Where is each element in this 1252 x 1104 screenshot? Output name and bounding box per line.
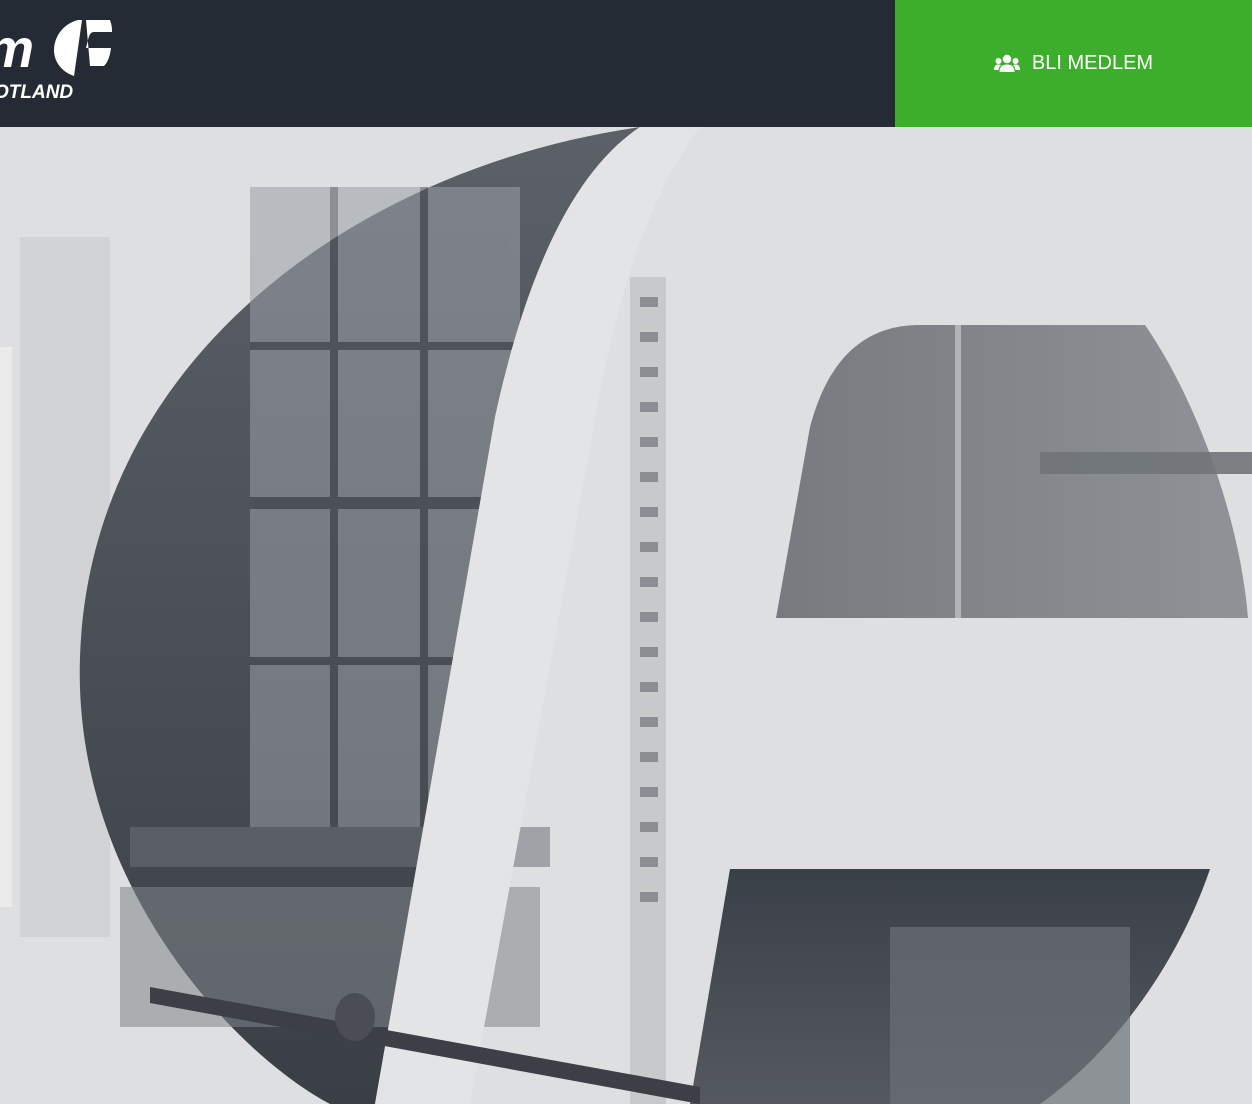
logo[interactable]: m OTLAND: [0, 0, 895, 127]
hero-background: [0, 127, 1252, 1104]
users-icon: [993, 54, 1020, 72]
logo-mark-icon: [54, 20, 112, 76]
logo-text: m: [0, 22, 34, 76]
hero-image: [0, 127, 1252, 1104]
logo-subtext: OTLAND: [0, 82, 74, 103]
become-member-button[interactable]: BLI MEDLEM: [895, 0, 1252, 127]
become-member-label: BLI MEDLEM: [1031, 52, 1154, 74]
site-header: m OTLAND BLI MEDLEM: [0, 0, 1252, 127]
